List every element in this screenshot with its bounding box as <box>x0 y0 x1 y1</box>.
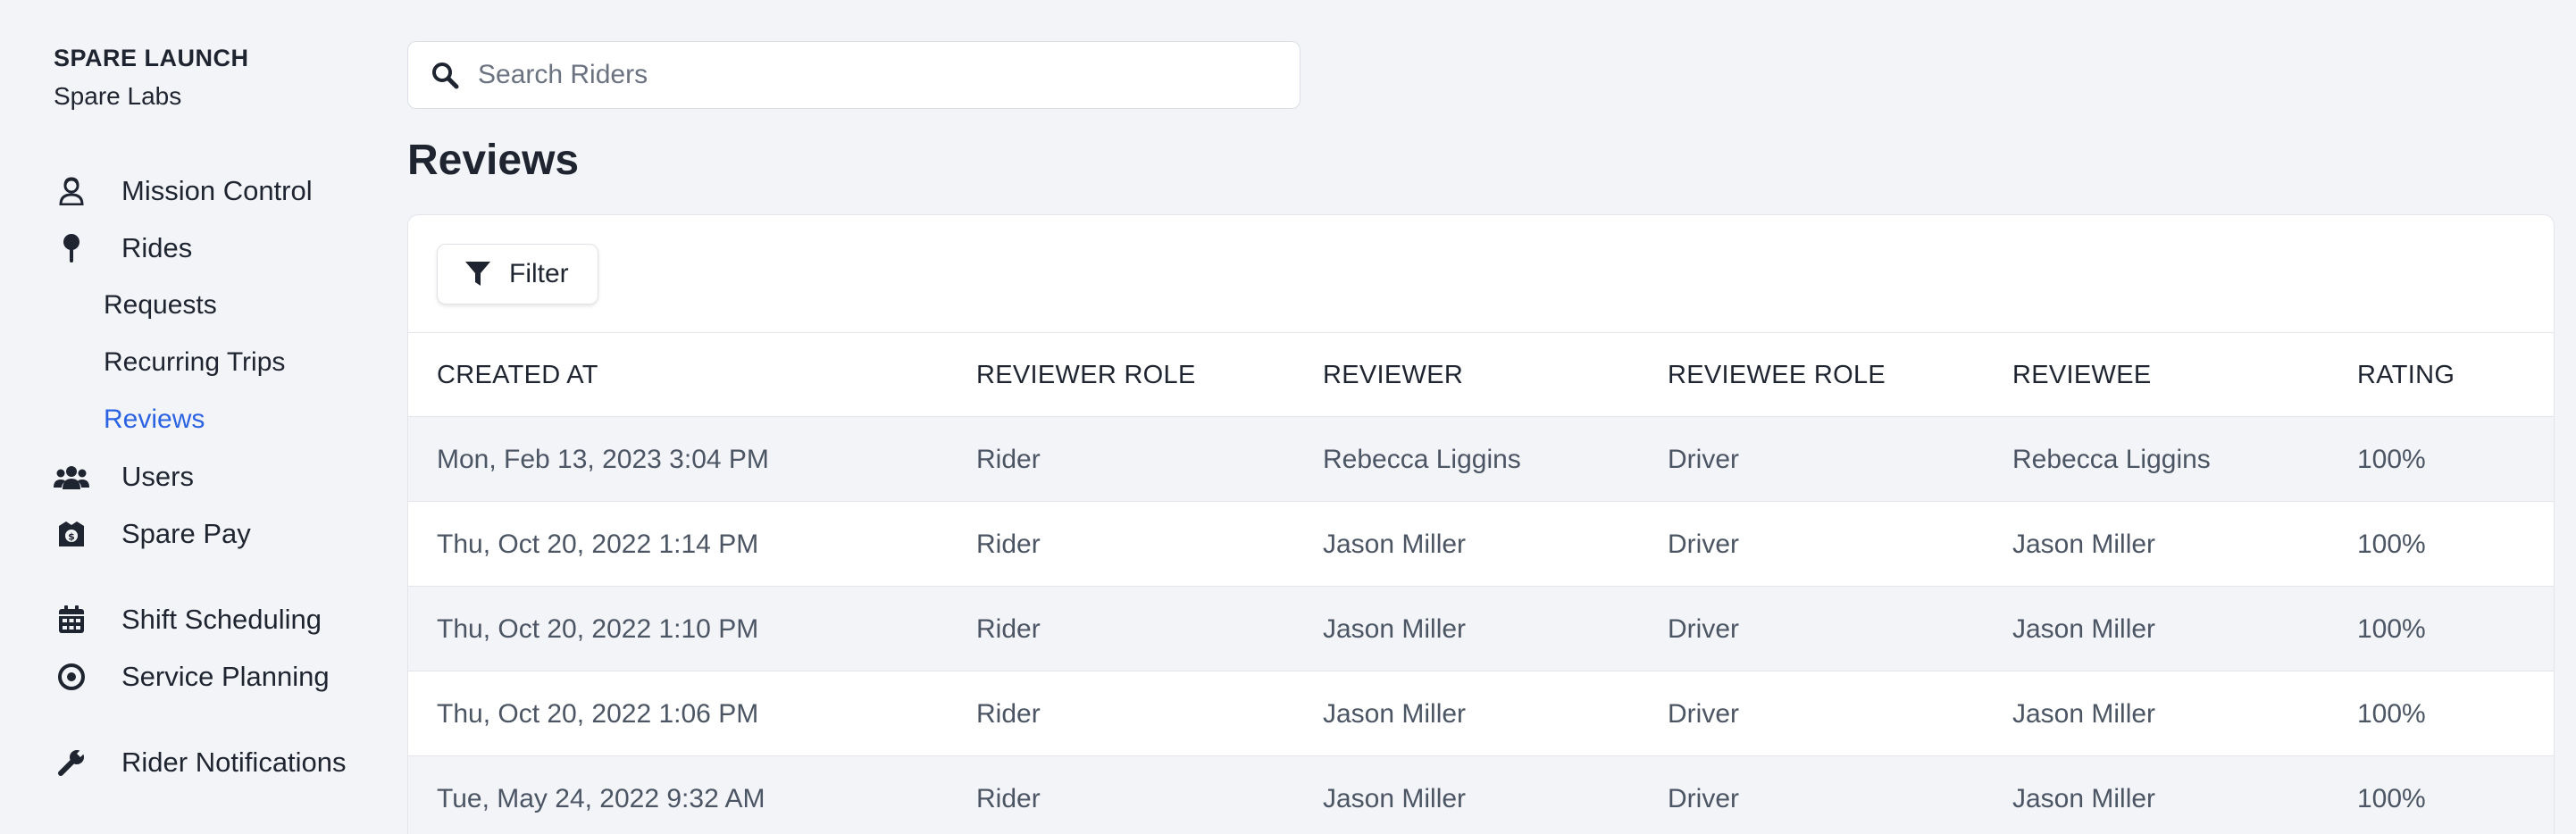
filter-icon <box>463 259 493 289</box>
sidebar-item-label: Shift Scheduling <box>121 604 322 635</box>
sidebar-item-label: Rides <box>121 232 193 263</box>
column-header-reviewer[interactable]: REVIEWER <box>1323 333 1463 417</box>
sidebar-subitem-reviews[interactable]: Reviews <box>104 398 205 441</box>
wrench-icon <box>54 745 89 780</box>
sidebar-item-users[interactable]: Users <box>54 455 194 498</box>
cell-reviewer: Jason Miller <box>1323 698 1467 729</box>
cell-reviewee-role: Driver <box>1668 698 1739 729</box>
cell-reviewee: Rebecca Liggins <box>2012 444 2211 474</box>
cell-created-at: Thu, Oct 20, 2022 1:10 PM <box>437 613 759 644</box>
cell-reviewee: Jason Miller <box>2012 698 2156 729</box>
table-row[interactable]: Thu, Oct 20, 2022 1:14 PM Rider Jason Mi… <box>408 502 2554 587</box>
table-header: CREATED AT REVIEWER ROLE REVIEWER REVIEW… <box>408 333 2554 417</box>
sidebar-item-rides[interactable]: Rides <box>54 227 192 270</box>
app: SPARE LAUNCH Spare Labs Mission Control … <box>0 0 2576 834</box>
filter-button[interactable]: Filter <box>437 244 598 304</box>
sidebar-item-shift-scheduling[interactable]: Shift Scheduling <box>54 598 322 641</box>
svg-text:$: $ <box>68 531 75 543</box>
column-header-reviewee-role[interactable]: REVIEWEE ROLE <box>1668 333 1886 417</box>
sidebar-item-label: Rider Notifications <box>121 746 347 778</box>
cell-created-at: Mon, Feb 13, 2023 3:04 PM <box>437 444 769 474</box>
org-name: SPARE LAUNCH <box>54 45 249 71</box>
table-row[interactable]: Tue, May 24, 2022 9:32 AM Rider Jason Mi… <box>408 756 2554 834</box>
cell-reviewer: Jason Miller <box>1323 783 1467 813</box>
table-row[interactable]: Thu, Oct 20, 2022 1:06 PM Rider Jason Mi… <box>408 671 2554 756</box>
cash-register-icon: $ <box>54 516 89 552</box>
cell-reviewee-role: Driver <box>1668 613 1739 644</box>
page-title: Reviews <box>407 137 580 184</box>
cell-reviewee: Jason Miller <box>2012 783 2156 813</box>
reviews-card: Filter CREATED AT REVIEWER ROLE REVIEWER… <box>407 214 2555 834</box>
cell-reviewer: Jason Miller <box>1323 613 1467 644</box>
cell-created-at: Thu, Oct 20, 2022 1:14 PM <box>437 529 759 559</box>
cell-reviewee-role: Driver <box>1668 783 1739 813</box>
column-header-reviewer-role[interactable]: REVIEWER ROLE <box>976 333 1196 417</box>
sidebar-item-label: Mission Control <box>121 175 313 206</box>
map-pin-icon <box>54 230 89 266</box>
table-row[interactable]: Thu, Oct 20, 2022 1:10 PM Rider Jason Mi… <box>408 587 2554 671</box>
cell-reviewer-role: Rider <box>976 698 1041 729</box>
calendar-icon <box>54 602 89 638</box>
sidebar-item-label: Service Planning <box>121 661 330 692</box>
cell-reviewee-role: Driver <box>1668 444 1739 474</box>
operator-icon <box>54 173 89 209</box>
sidebar-subitem-recurring-trips[interactable]: Recurring Trips <box>104 341 285 384</box>
sidebar-item-label: Spare Pay <box>121 518 251 549</box>
table-row[interactable]: Mon, Feb 13, 2023 3:04 PM Rider Rebecca … <box>408 417 2554 502</box>
search-input[interactable] <box>478 60 1282 90</box>
cell-rating: 100% <box>2357 613 2426 644</box>
cell-rating: 100% <box>2357 529 2426 559</box>
search-icon <box>430 60 460 90</box>
users-icon <box>54 459 89 495</box>
filter-button-label: Filter <box>509 259 569 288</box>
cell-rating: 100% <box>2357 444 2426 474</box>
cell-rating: 100% <box>2357 783 2426 813</box>
cell-reviewer: Jason Miller <box>1323 529 1467 559</box>
column-header-rating[interactable]: RATING <box>2357 333 2455 417</box>
search-bar <box>407 41 1301 109</box>
cell-reviewer-role: Rider <box>976 529 1041 559</box>
table-toolbar: Filter <box>408 215 2554 333</box>
column-header-created-at[interactable]: CREATED AT <box>437 333 598 417</box>
cell-reviewer-role: Rider <box>976 783 1041 813</box>
org-subtitle: Spare Labs <box>54 82 182 110</box>
cell-created-at: Tue, May 24, 2022 9:32 AM <box>437 783 765 813</box>
cell-created-at: Thu, Oct 20, 2022 1:06 PM <box>437 698 759 729</box>
cell-reviewer-role: Rider <box>976 444 1041 474</box>
sidebar-item-rider-notifications[interactable]: Rider Notifications <box>54 741 347 784</box>
cell-rating: 100% <box>2357 698 2426 729</box>
column-header-reviewee[interactable]: REVIEWEE <box>2012 333 2152 417</box>
cell-reviewee: Jason Miller <box>2012 529 2156 559</box>
sidebar-item-mission-control[interactable]: Mission Control <box>54 170 313 213</box>
sidebar-item-label: Users <box>121 461 194 492</box>
cell-reviewee: Jason Miller <box>2012 613 2156 644</box>
sidebar: SPARE LAUNCH Spare Labs Mission Control … <box>0 0 393 834</box>
cell-reviewee-role: Driver <box>1668 529 1739 559</box>
cell-reviewer: Rebecca Liggins <box>1323 444 1521 474</box>
sidebar-item-spare-pay[interactable]: $ Spare Pay <box>54 513 251 555</box>
sidebar-subitem-requests[interactable]: Requests <box>104 284 217 327</box>
sidebar-item-service-planning[interactable]: Service Planning <box>54 655 330 698</box>
cell-reviewer-role: Rider <box>976 613 1041 644</box>
target-icon <box>54 659 89 695</box>
